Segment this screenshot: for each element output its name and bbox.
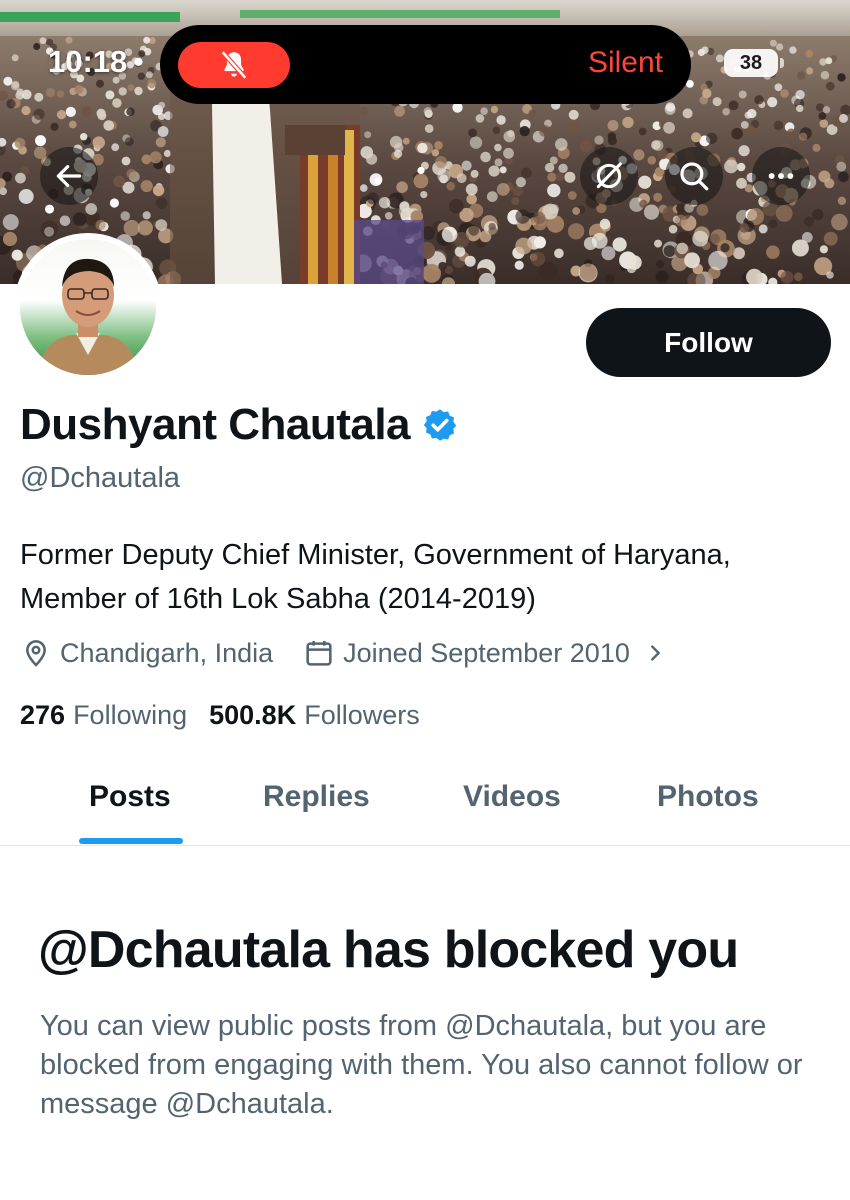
bell-slash-icon [220,50,248,80]
profile-bio: Former Deputy Chief Minister, Government… [20,539,731,615]
more-horizontal-icon [768,173,794,179]
calendar-icon [306,641,332,666]
tab-posts[interactable]: Posts [89,780,171,814]
profile-handle: @Dchautala [20,462,181,494]
silent-label: Silent [587,46,663,79]
display-name: Dushyant Chautala [20,400,411,449]
arrow-left-icon [56,165,82,187]
grok-button[interactable] [580,147,638,205]
dynamic-island: Silent [160,25,691,104]
location: Chandigarh, India [20,637,273,669]
grok-icon [596,162,622,189]
back-button[interactable] [40,147,98,205]
chevron-right-icon [650,645,660,661]
profile-meta: Chandigarh, India Joined September 2010 [20,637,674,669]
avatar-photo [20,239,156,375]
silent-mode-pill [178,42,290,88]
follow-counts: 276 Following 500.8K Followers [20,700,442,731]
joined-text: Joined September 2010 [343,637,630,668]
profile-tabs: Posts Replies Videos Photos [0,760,850,846]
status-time: 10:18 [48,44,128,79]
tab-videos[interactable]: Videos [463,780,561,814]
follow-button[interactable]: Follow [586,308,831,377]
blocked-title: @Dchautala has blocked you [38,921,739,979]
search-button[interactable] [665,147,723,205]
following-label: Following [73,700,188,730]
followers-label: Followers [304,700,420,730]
more-button[interactable] [752,147,810,205]
profile-banner[interactable]: 10:18 Silent 38 [0,0,850,284]
battery-indicator: 38 [724,49,784,77]
profile-name-row: Dushyant Chautala [20,400,458,450]
following-count: 276 [20,700,66,730]
location-text: Chandigarh, India [60,637,274,668]
location-pin-icon [26,640,46,667]
joined-date[interactable]: Joined September 2010 [303,637,674,669]
blocked-message: You can view public posts from @Dchautal… [40,1010,803,1120]
active-tab-indicator [79,838,183,844]
tab-photos[interactable]: Photos [657,780,759,814]
profile-avatar[interactable] [14,233,162,381]
verified-badge-icon[interactable] [422,407,458,443]
search-icon [680,162,709,191]
tab-replies[interactable]: Replies [263,780,370,814]
followers-count: 500.8K [209,700,297,730]
following-link[interactable]: 276 Following [20,700,187,731]
followers-link[interactable]: 500.8K Followers [209,700,420,731]
profile-screen: 10:18 Silent 38 Follow Dushyant Chautala… [0,0,850,1200]
avatar-portrait [38,258,138,375]
